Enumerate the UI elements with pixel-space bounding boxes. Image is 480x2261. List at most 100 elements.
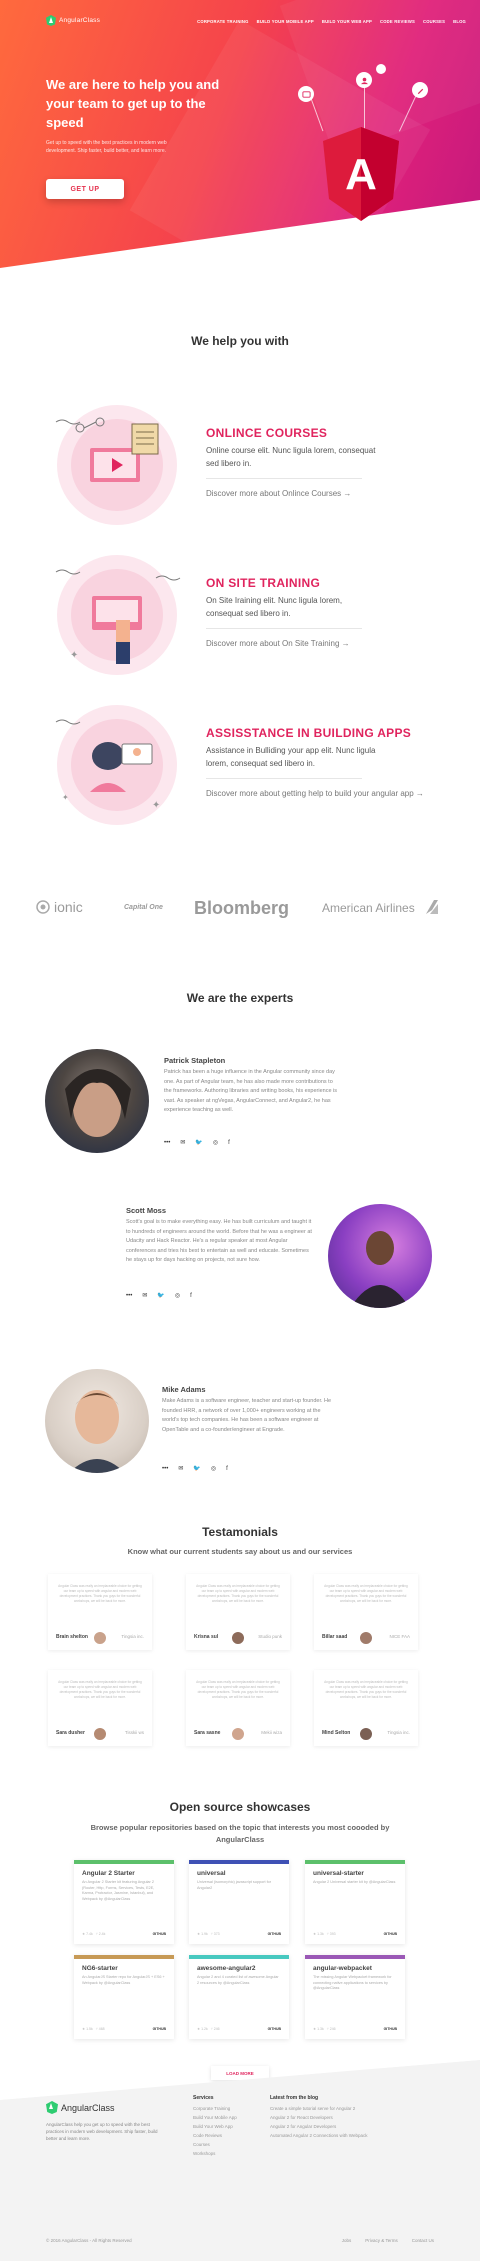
services-heading: We help you with [191, 334, 289, 348]
repo-stats: ★ 1.3k ⑂ 393 [313, 1932, 336, 1936]
service-title: ASSISSTANCE IN BUILDING APPS [206, 726, 412, 740]
repo-title[interactable]: universal-starter [313, 1870, 364, 1877]
brand-american-airlines: American Airlines [322, 901, 415, 915]
more-icon[interactable]: ••• [164, 1140, 170, 1146]
repo-title[interactable]: angular-webpacket [313, 1965, 372, 1972]
nav-item-courses[interactable]: COURSES [423, 19, 445, 24]
repo-footer: ★ 1.5k ⑂ 468 GITHUB [82, 2027, 166, 2031]
more-icon[interactable]: ••• [162, 1466, 168, 1472]
repo-stars: 1.3k [317, 1932, 324, 1936]
footer-link[interactable]: Corporate Training [193, 2106, 237, 2111]
testimonial-name: Billar saad [322, 1634, 348, 1640]
edit-bubble-icon [412, 82, 428, 98]
testimonial-text: Angular Class was really an irreplaceabl… [58, 1584, 142, 1603]
repo-card[interactable]: Angular 2 Starter An Angular 2 Starter ki… [74, 1860, 174, 1944]
repo-stars: 1.2k [201, 2027, 208, 2031]
footer-link[interactable]: Build Your Mobile App [193, 2115, 237, 2120]
twitter-icon[interactable]: 🐦 [157, 1292, 164, 1299]
blog-link[interactable]: Angular 2 for React Developers [270, 2115, 367, 2120]
footer-link-contact[interactable]: Contact Us [412, 2238, 434, 2243]
facebook-icon[interactable]: f [228, 1140, 230, 1146]
instagram-icon[interactable]: ◎ [175, 1292, 180, 1299]
footer-link[interactable]: Workshops [193, 2151, 237, 2156]
american-airlines-logo-icon [426, 900, 438, 914]
repo-title[interactable]: awesome-angular2 [197, 1965, 256, 1972]
nav-item-blog[interactable]: BLOG [453, 19, 466, 24]
repo-card[interactable]: NG6-starter An AngularJS Starter repo for… [74, 1955, 174, 2039]
repo-card[interactable]: universal Universal (isomorphic) javascri… [189, 1860, 289, 1944]
repo-footer: ★ 1.3k ⑂ 393 GITHUB [313, 1932, 397, 1936]
repo-title[interactable]: Angular 2 Starter [82, 1870, 135, 1877]
repo-stats: ★ 1.9k ⑂ 373 [197, 1932, 220, 1936]
brand-capital-one: Capital One [124, 904, 163, 911]
load-more-button[interactable]: LOAD MORE [211, 2066, 269, 2080]
repo-color-bar [305, 1860, 405, 1864]
blog-link[interactable]: Automated Angular 2 Connections with Web… [270, 2133, 367, 2138]
footer-logo[interactable]: AngularClass [46, 2101, 115, 2114]
repo-color-bar [74, 1860, 174, 1864]
footer-link[interactable]: Code Reviews [193, 2133, 237, 2138]
testimonial-card: Angular Class was really an irreplaceabl… [314, 1574, 418, 1650]
svg-text:✦: ✦ [152, 800, 160, 811]
service-description: Assistance in Bulliding your app elit. N… [206, 746, 376, 768]
facebook-icon[interactable]: f [226, 1466, 228, 1472]
repo-color-bar [189, 1955, 289, 1959]
repo-stats: ★ 1.5k ⑂ 468 [82, 2027, 105, 2031]
ionic-logo-icon [36, 900, 50, 914]
get-up-button[interactable]: GET UP [46, 179, 124, 199]
expert-name: Patrick Stapleton [164, 1056, 226, 1065]
repo-description: An AngularJS Starter repo for AngularJS … [82, 1975, 165, 1985]
expert-bio: Patrick has been a huge influence in the… [164, 1069, 338, 1113]
instagram-icon[interactable]: ◎ [213, 1139, 218, 1146]
testimonial-role: Mekii wiza [261, 1730, 282, 1735]
blog-link[interactable]: Create a simple tutorial serve for Angul… [270, 2106, 367, 2111]
email-icon[interactable]: ✉ [180, 1139, 185, 1146]
testimonial-avatar [358, 1726, 374, 1742]
footer-link[interactable]: Build Your Web App [193, 2124, 237, 2129]
nav-item-web-app[interactable]: BUILD YOUR WEB APP [322, 19, 372, 24]
footer-link-jobs[interactable]: Jobs [342, 2238, 352, 2243]
footer-blog-heading: Latest from the blog [270, 2095, 319, 2101]
repo-title[interactable]: NG6-starter [82, 1965, 118, 1972]
repo-description: An Angular 2 Starter kit featuring Angul… [82, 1880, 155, 1901]
main-nav: CORPORATE TRAINING BUILD YOUR MOBILE APP… [197, 19, 466, 24]
footer-link[interactable]: Courses [193, 2142, 237, 2147]
repo-card[interactable]: awesome-angular2 Angular 2 and 4 curated … [189, 1955, 289, 2039]
dot-bubble-icon [376, 64, 386, 74]
email-icon[interactable]: ✉ [178, 1465, 183, 1472]
header-logo[interactable]: AngularClass [46, 15, 100, 26]
angularclass-logo-icon [46, 2101, 58, 2114]
repo-footer: ★ 1.9k ⑂ 373 GITHUB [197, 1932, 281, 1936]
twitter-icon[interactable]: 🐦 [195, 1139, 202, 1146]
instagram-icon[interactable]: ◎ [211, 1465, 216, 1472]
repo-card[interactable]: angular-webpacket The missing Angular Web… [305, 1955, 405, 2039]
service-link[interactable]: Discover more about On Site Training → [206, 639, 350, 648]
twitter-icon[interactable]: 🐦 [193, 1465, 200, 1472]
nav-item-corporate-training[interactable]: CORPORATE TRAINING [197, 19, 248, 24]
repo-footer: ★ 1.3k ⑂ 246 GITHUB [313, 2027, 397, 2031]
github-badge[interactable]: GITHUB [153, 1932, 166, 1936]
email-icon[interactable]: ✉ [142, 1292, 147, 1299]
divider [206, 628, 362, 629]
github-badge[interactable]: GITHUB [268, 2027, 281, 2031]
online-courses-illustration [55, 405, 177, 525]
service-link[interactable]: Discover more about getting help to buil… [206, 789, 424, 798]
repo-title[interactable]: universal [197, 1870, 226, 1877]
service-description: Online course elit. Nunc ligula lorem, c… [206, 446, 376, 468]
brand-ionic: ionic [36, 899, 83, 915]
github-badge[interactable]: GITHUB [384, 2027, 397, 2031]
repo-forks: 246 [329, 2027, 336, 2031]
nav-item-mobile-app[interactable]: BUILD YOUR MOBILE APP [257, 19, 314, 24]
footer-link-privacy[interactable]: Privacy & Terms [365, 2238, 397, 2243]
github-badge[interactable]: GITHUB [268, 1932, 281, 1936]
nav-item-code-reviews[interactable]: CODE REVIEWS [380, 19, 415, 24]
social-links: ••• ✉ 🐦 ◎ f [164, 1139, 230, 1147]
github-badge[interactable]: GITHUB [384, 1932, 397, 1936]
service-link[interactable]: Discover more about Onlince Courses → [206, 489, 351, 498]
facebook-icon[interactable]: f [190, 1293, 192, 1299]
github-badge[interactable]: GITHUB [153, 2027, 166, 2031]
blog-link[interactable]: Angular 2 for Angular Developers [270, 2124, 367, 2129]
more-icon[interactable]: ••• [126, 1293, 132, 1299]
expert-name: Scott Moss [126, 1206, 167, 1215]
repo-card[interactable]: universal-starter Angular 2 Universal sta… [305, 1860, 405, 1944]
